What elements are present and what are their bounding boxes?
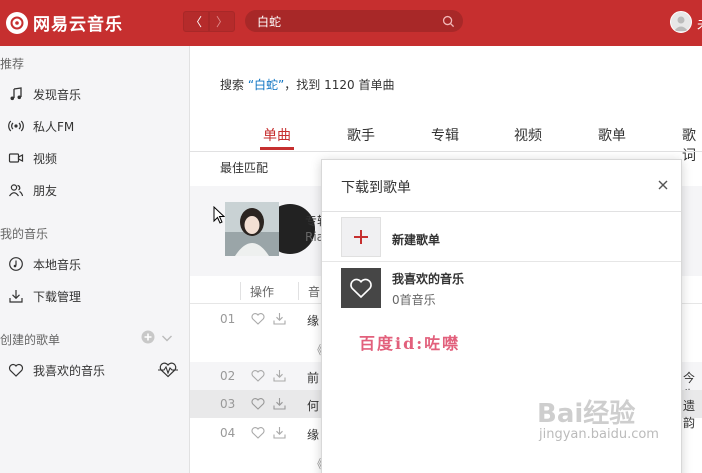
video-icon (7, 149, 25, 167)
music-note-icon (7, 85, 25, 103)
chevron-down-icon[interactable] (161, 332, 173, 346)
playlist-song-count: 0首音乐 (392, 293, 436, 307)
download-icon[interactable] (273, 426, 286, 442)
forward-button[interactable]: 〉 (209, 11, 235, 32)
sidebar-item-label: 发现音乐 (33, 87, 82, 102)
playlist-option-liked[interactable]: 我喜欢的音乐 0首音乐 (322, 263, 681, 313)
search-result-summary: 搜索 “白蛇”，找到 1120 首单曲 (220, 76, 394, 93)
song-title: 前 (307, 371, 320, 385)
sidebar-item-friends[interactable]: 朋友 (0, 176, 189, 204)
netease-logo-icon (6, 11, 28, 34)
sidebar-item-label: 私人FM (33, 119, 75, 134)
username-truncated[interactable]: 未 (697, 14, 702, 33)
song-number: 03 (220, 397, 236, 411)
sidebar-item-label: 我喜欢的音乐 (33, 363, 106, 378)
tab-albums[interactable]: 专辑 (431, 125, 459, 145)
sidebar-item-discover[interactable]: 发现音乐 (0, 80, 189, 108)
heart-icon (7, 361, 25, 379)
download-icon[interactable] (273, 369, 286, 385)
tabs-divider (190, 151, 702, 152)
top-bar: 网易云音乐 〈 〉 白蛇 未 (0, 0, 702, 46)
tab-videos[interactable]: 视频 (514, 125, 542, 145)
back-button[interactable]: 〈 (183, 11, 209, 32)
tab-playlists[interactable]: 歌单 (598, 125, 626, 145)
app-logo[interactable]: 网易云音乐 (6, 10, 123, 35)
sidebar-item-label: 本地音乐 (33, 257, 82, 272)
search-input[interactable]: 白蛇 (245, 10, 463, 32)
album-cover (225, 202, 279, 256)
song-title: 缘 (307, 314, 320, 328)
local-music-icon (7, 255, 25, 273)
new-playlist-label: 新建歌单 (392, 233, 441, 247)
tab-lyrics[interactable]: 歌词 (682, 125, 702, 165)
dialog-title: 下载到歌单 (341, 180, 411, 196)
plus-icon (341, 217, 381, 257)
add-playlist-icon[interactable] (141, 330, 155, 347)
song-number: 02 (220, 369, 236, 383)
like-heart-icon[interactable] (251, 426, 265, 442)
sidebar-item-label: 朋友 (33, 183, 58, 198)
active-tab-indicator (260, 147, 294, 150)
sidebar-item-video[interactable]: 视频 (0, 144, 189, 172)
like-heart-icon[interactable] (251, 369, 265, 385)
like-heart-icon[interactable] (251, 312, 265, 328)
search-result-keyword: “白蛇” (247, 78, 285, 92)
playlist-name: 我喜欢的音乐 (392, 272, 465, 286)
search-result-suffix: ，找到 1120 首单曲 (284, 78, 395, 92)
column-divider (298, 282, 299, 300)
song-number: 01 (220, 312, 236, 326)
best-match-label: 最佳匹配 (220, 161, 269, 175)
new-playlist-button[interactable]: 新建歌单 (322, 212, 681, 262)
heartbeat-mode-icon[interactable] (157, 362, 179, 381)
chevron-right-icon: 〉 (215, 15, 228, 29)
column-divider (240, 282, 241, 300)
search-result-prefix: 搜索 (220, 78, 245, 92)
sidebar-heading-created-playlists: 创建的歌单 (0, 333, 61, 347)
baidu-jingyan-watermark: Bai经验 jingyan.baidu.com (537, 393, 697, 463)
sidebar-item-label: 下载管理 (33, 289, 82, 304)
tab-artists[interactable]: 歌手 (347, 125, 375, 145)
column-header-title[interactable]: 音 (308, 283, 320, 300)
sidebar-item-fm[interactable]: 私人FM (0, 112, 189, 140)
close-icon[interactable] (656, 178, 670, 192)
sidebar-item-local-music[interactable]: 本地音乐 (0, 250, 189, 278)
sidebar: 推荐 发现音乐 私人FM 视频 朋友 我的音乐 本地音乐 下载管理 创建的歌单 … (0, 46, 190, 473)
history-nav: 〈 〉 (183, 11, 235, 32)
download-icon (7, 287, 25, 305)
app-name: 网易云音乐 (33, 15, 123, 35)
download-icon[interactable] (273, 312, 286, 328)
sidebar-heading-my-music: 我的音乐 (0, 227, 49, 241)
song-title: 缘 (307, 428, 320, 442)
chevron-left-icon: 〈 (189, 15, 202, 29)
friends-icon (7, 181, 25, 199)
like-heart-icon[interactable] (251, 397, 265, 413)
sidebar-item-label: 视频 (33, 151, 58, 166)
heart-icon (341, 268, 381, 308)
sidebar-item-downloads[interactable]: 下载管理 (0, 282, 189, 310)
playlist-tools (141, 330, 173, 347)
sidebar-heading-recommend: 推荐 (0, 57, 25, 71)
author-watermark-text: 百度id:咗噤 (359, 334, 461, 353)
watermark-brand: Bai经验 (537, 399, 636, 429)
watermark-url: jingyan.baidu.com (539, 427, 659, 442)
search-icon[interactable] (442, 15, 455, 28)
dialog-row-divider (322, 261, 681, 262)
mouse-cursor-icon (213, 205, 226, 227)
search-input-value: 白蛇 (257, 14, 282, 29)
song-title: 何 (307, 399, 320, 413)
radio-icon (7, 117, 25, 135)
user-avatar[interactable] (670, 11, 692, 33)
download-icon[interactable] (273, 397, 286, 413)
song-number: 04 (220, 426, 236, 440)
column-header-actions: 操作 (250, 285, 275, 299)
tab-songs[interactable]: 单曲 (263, 125, 291, 145)
